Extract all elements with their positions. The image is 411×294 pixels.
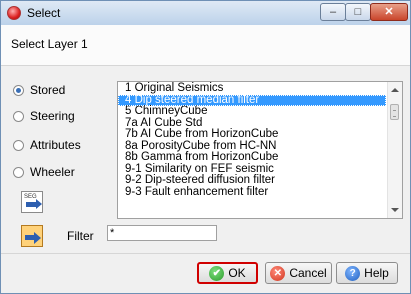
layer-list-items: 1 Original Seismics 4 Dip steered median… — [118, 82, 386, 199]
list-item[interactable]: 1 Original Seismics — [118, 82, 386, 95]
radio-attributes[interactable]: Attributes — [13, 137, 81, 153]
ok-button[interactable]: ✔ OK — [197, 262, 258, 284]
title-bar[interactable]: Select – □ ✕ — [1, 1, 410, 25]
help-icon: ? — [345, 265, 361, 281]
scroll-thumb[interactable] — [390, 104, 399, 120]
maximize-button[interactable]: □ — [345, 3, 371, 21]
list-item[interactable]: 9-3 Fault enhancement filter — [118, 186, 386, 199]
list-item[interactable]: 9-2 Dip-steered diffusion filter — [118, 174, 386, 187]
list-item[interactable]: 5 ChimneyCube — [118, 105, 386, 118]
filter-label: Filter — [67, 229, 94, 243]
cancel-label: Cancel — [289, 266, 327, 280]
cancel-button[interactable]: ✕ Cancel — [265, 262, 332, 284]
minimize-button[interactable]: – — [320, 3, 346, 21]
list-item[interactable]: 7b AI Cube from HorizonCube — [118, 128, 386, 141]
radio-stored-label: Stored — [30, 83, 66, 97]
close-button[interactable]: ✕ — [370, 3, 408, 21]
sec-import-icon[interactable]: SEG — [21, 191, 43, 213]
help-button[interactable]: ? Help — [336, 262, 398, 284]
radio-steering-label: Steering — [30, 109, 75, 123]
select-dialog: Select – □ ✕ Select Layer 1 Stored Steer… — [0, 0, 411, 294]
radio-stored-indicator[interactable] — [13, 84, 24, 96]
radio-steering[interactable]: Steering — [13, 108, 75, 124]
cancel-icon: ✕ — [270, 265, 286, 281]
radio-wheeler-indicator[interactable] — [13, 166, 24, 178]
radio-steering-indicator[interactable] — [13, 110, 24, 122]
scroll-up-icon[interactable] — [391, 88, 399, 92]
list-item[interactable]: 8b Gamma from HorizonCube — [118, 151, 386, 164]
layer-list[interactable]: 1 Original Seismics 4 Dip steered median… — [117, 81, 403, 219]
ok-label: OK — [228, 266, 246, 280]
radio-attributes-indicator[interactable] — [13, 139, 24, 151]
divider — [1, 253, 410, 254]
radio-wheeler[interactable]: Wheeler — [13, 164, 75, 180]
scroll-down-icon[interactable] — [391, 208, 399, 212]
layer-label: Select Layer 1 — [11, 37, 88, 51]
checkmark-icon: ✔ — [209, 265, 225, 281]
radio-attributes-label: Attributes — [30, 138, 81, 152]
app-icon — [7, 6, 21, 20]
list-scrollbar[interactable] — [387, 82, 402, 218]
filter-arrow-icon[interactable] — [21, 225, 43, 247]
radio-wheeler-label: Wheeler — [30, 165, 75, 179]
dialog-header: Select Layer 1 — [1, 25, 410, 66]
help-label: Help — [364, 266, 389, 280]
radio-stored[interactable]: Stored — [13, 82, 65, 98]
filter-input[interactable] — [107, 225, 217, 241]
window-title: Select — [27, 6, 61, 20]
